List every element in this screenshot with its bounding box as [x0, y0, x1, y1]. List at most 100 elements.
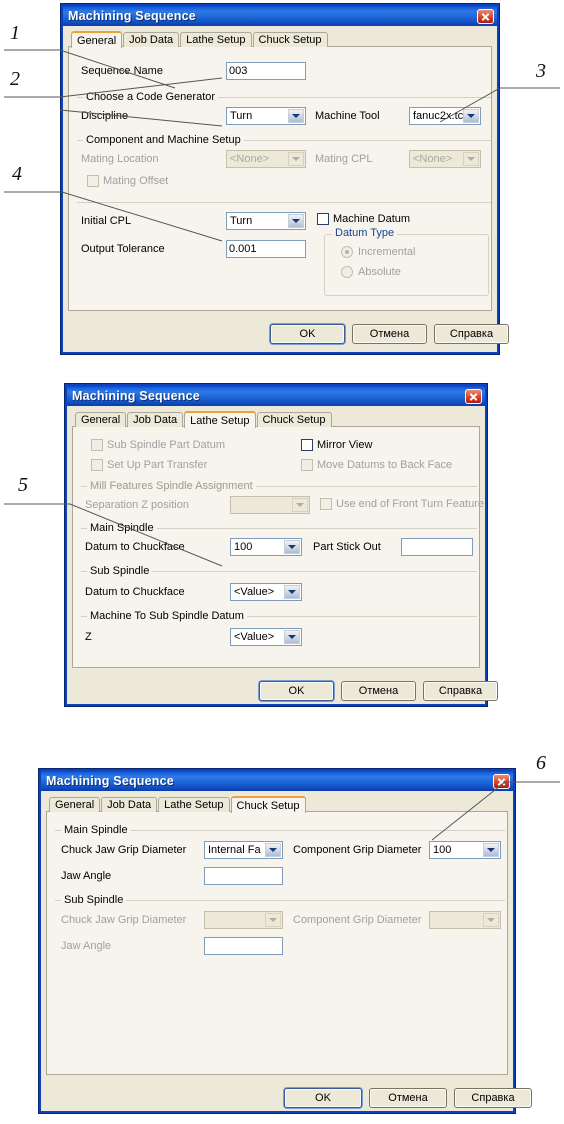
jaw-angle-sub-input[interactable] — [204, 937, 283, 955]
chevron-down-icon — [288, 152, 304, 166]
tab-general[interactable]: General — [71, 31, 123, 48]
separation-z-combo — [230, 496, 310, 514]
use-end-of-front-turn-label: Use end of Front Turn Feature — [336, 498, 484, 510]
mirror-view-checkbox[interactable]: Mirror View — [301, 439, 372, 451]
cancel-button[interactable]: Отмена — [369, 1088, 447, 1108]
tab-job-data[interactable]: Job Data — [127, 412, 184, 427]
tab-chuck-setup[interactable]: Chuck Setup — [256, 412, 332, 427]
radio-dot — [341, 246, 353, 258]
chevron-down-icon[interactable] — [288, 109, 304, 123]
dialog-body-chuck: General Job Data Lathe Setup Chuck Setup… — [39, 791, 532, 1113]
component-grip-diameter-sub-combo — [429, 911, 501, 929]
ok-button[interactable]: OK — [259, 681, 334, 701]
tab-job-data[interactable]: Job Data — [101, 797, 158, 812]
callout-number-3: 3 — [536, 60, 546, 82]
machining-sequence-dialog-chuck: Machining Sequence General Job Data Lath… — [38, 768, 532, 1114]
title-bar-chuck[interactable]: Machining Sequence — [39, 769, 515, 791]
tab-chuck-setup[interactable]: Chuck Setup — [230, 796, 306, 813]
checkbox-box[interactable] — [301, 439, 313, 451]
chuck-jaw-grip-diameter-sub-combo — [204, 911, 283, 929]
chevron-down-icon[interactable] — [463, 109, 479, 123]
group-datum-type: Datum Type Incremental Absolute — [324, 227, 489, 296]
chevron-down-icon — [265, 913, 281, 927]
tab-lathe-setup[interactable]: Lathe Setup — [180, 32, 252, 47]
chuck-jaw-grip-diameter-main-label: Chuck Jaw Grip Diameter — [61, 844, 187, 856]
group-choose-code-generator-label: Choose a Code Generator — [83, 91, 219, 103]
chevron-down-icon[interactable] — [284, 630, 300, 644]
callout-number-1: 1 — [10, 22, 20, 44]
discipline-combo[interactable]: Turn — [226, 107, 306, 125]
help-button[interactable]: Справка — [423, 681, 498, 701]
close-icon[interactable] — [493, 773, 510, 789]
title-bar-general[interactable]: Machining Sequence — [61, 4, 499, 26]
component-grip-diameter-main-combo[interactable]: 100 — [429, 841, 501, 859]
chevron-down-icon[interactable] — [265, 843, 281, 857]
chuck-jaw-grip-diameter-sub-label: Chuck Jaw Grip Diameter — [61, 914, 187, 926]
machine-tool-label: Machine Tool — [315, 110, 380, 122]
component-grip-diameter-main-label: Component Grip Diameter — [293, 844, 422, 856]
title-bar-lathe[interactable]: Machining Sequence — [65, 384, 487, 406]
datum-to-chuckface-main-value: 100 — [234, 541, 253, 553]
z-combo[interactable]: <Value> — [230, 628, 302, 646]
chevron-down-icon[interactable] — [284, 585, 300, 599]
move-datums-to-back-face-checkbox: Move Datums to Back Face — [301, 459, 452, 471]
tab-page-lathe: Sub Spindle Part Datum Mirror View Set U… — [72, 426, 484, 668]
cancel-button[interactable]: Отмена — [341, 681, 416, 701]
help-button[interactable]: Справка — [454, 1088, 532, 1108]
machining-sequence-dialog-lathe: Machining Sequence General Job Data Lath… — [64, 383, 498, 707]
chuck-jaw-grip-diameter-main-combo[interactable]: Internal Fa — [204, 841, 283, 859]
ok-button[interactable]: OK — [284, 1088, 362, 1108]
machine-datum-checkbox[interactable]: Machine Datum — [317, 213, 410, 225]
tab-general[interactable]: General — [49, 797, 101, 812]
sub-spindle-part-datum-checkbox: Sub Spindle Part Datum — [91, 439, 225, 451]
machine-tool-combo[interactable]: fanuc2x.tc — [409, 107, 481, 125]
mating-cpl-value: <None> — [413, 153, 453, 165]
sequence-name-input[interactable]: 003 — [226, 62, 306, 80]
initial-cpl-combo[interactable]: Turn — [226, 212, 306, 230]
jaw-angle-main-input[interactable] — [204, 867, 283, 885]
z-label: Z — [85, 631, 92, 643]
chevron-down-icon — [292, 498, 308, 512]
datum-to-chuckface-sub-combo[interactable]: <Value> — [230, 583, 302, 601]
group-machine-to-sub-label: Machine To Sub Spindle Datum — [87, 610, 247, 622]
jaw-angle-sub-label: Jaw Angle — [61, 940, 112, 952]
jaw-angle-main-label: Jaw Angle — [61, 870, 112, 882]
tab-general[interactable]: General — [75, 412, 127, 427]
move-datums-to-back-face-label: Move Datums to Back Face — [317, 459, 453, 471]
tab-lathe-setup[interactable]: Lathe Setup — [184, 411, 256, 428]
z-value: <Value> — [234, 631, 275, 643]
group-datum-type-label: Datum Type — [332, 227, 398, 239]
tab-chuck-setup[interactable]: Chuck Setup — [252, 32, 328, 47]
machine-datum-label: Machine Datum — [333, 213, 411, 225]
chevron-down-icon — [483, 913, 499, 927]
dialog-body-lathe: General Job Data Lathe Setup Chuck Setup… — [65, 406, 498, 706]
callout-number-4: 4 — [12, 163, 22, 185]
close-icon[interactable] — [465, 388, 482, 404]
datum-to-chuckface-main-combo[interactable]: 100 — [230, 538, 302, 556]
group-sub-spindle-label: Sub Spindle — [87, 565, 153, 577]
ok-button[interactable]: OK — [270, 324, 345, 344]
set-up-part-transfer-label: Set Up Part Transfer — [107, 459, 208, 471]
cancel-button[interactable]: Отмена — [352, 324, 427, 344]
tab-job-data[interactable]: Job Data — [123, 32, 180, 47]
chevron-down-icon[interactable] — [284, 540, 300, 554]
group-component-machine-setup-label: Component and Machine Setup — [83, 134, 244, 146]
radio-absolute: Absolute — [341, 266, 401, 278]
mirror-view-label: Mirror View — [317, 439, 373, 451]
part-stick-out-label: Part Stick Out — [313, 541, 381, 553]
group-component-machine-setup: Component and Machine Setup — [77, 134, 491, 146]
output-tolerance-input[interactable]: 0.001 — [226, 240, 306, 258]
chevron-down-icon[interactable] — [288, 214, 304, 228]
close-icon[interactable] — [477, 8, 494, 24]
discipline-value: Turn — [230, 110, 253, 122]
checkbox-box[interactable] — [317, 213, 329, 225]
chevron-down-icon[interactable] — [483, 843, 499, 857]
part-stick-out-input[interactable] — [401, 538, 473, 556]
help-button[interactable]: Справка — [434, 324, 509, 344]
group-main-spindle: Main Spindle — [81, 522, 477, 534]
radio-incremental: Incremental — [341, 246, 415, 258]
tab-lathe-setup[interactable]: Lathe Setup — [158, 797, 230, 812]
initial-cpl-value: Turn — [230, 215, 253, 227]
callout-number-5: 5 — [18, 474, 28, 496]
machine-tool-value: fanuc2x.tc — [413, 110, 464, 122]
